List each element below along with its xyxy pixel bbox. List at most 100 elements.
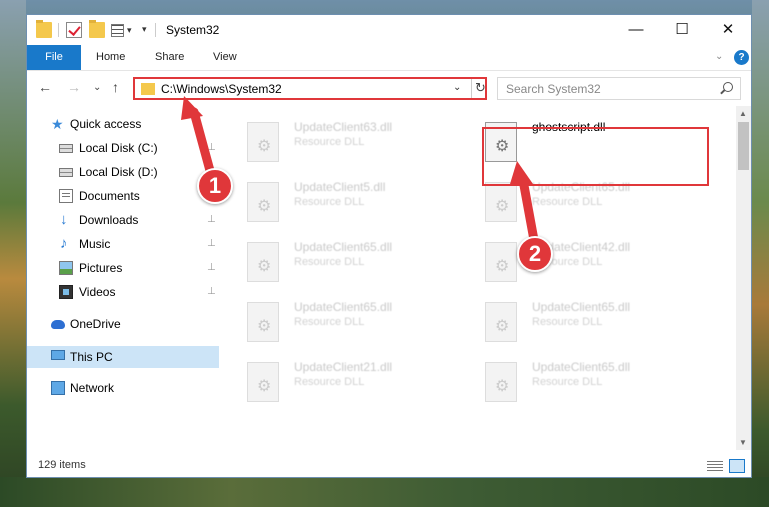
item-count: 129 items [38, 459, 86, 471]
pin-icon: ⊥ [207, 286, 216, 297]
ribbon-collapse-icon[interactable]: ⌄ [715, 51, 723, 62]
pin-icon: ⊥ [207, 142, 216, 153]
tab-view[interactable]: View [213, 45, 237, 70]
dll-file-icon [485, 302, 517, 342]
pin-icon: ⊥ [207, 214, 216, 225]
sidebar-item-label: OneDrive [70, 317, 121, 331]
file-item[interactable]: UpdateClient65.dll Resource DLL [247, 298, 477, 350]
back-button[interactable]: ← [38, 79, 52, 95]
sidebar-item-quick-access[interactable]: ★ Quick access [27, 113, 219, 135]
dll-file-icon [247, 242, 279, 282]
desktop-wallpaper-bottom [0, 477, 769, 507]
folder-icon [36, 20, 52, 38]
new-folder-icon[interactable] [89, 20, 105, 38]
file-type: Resource DLL [294, 136, 365, 148]
file-explorer-window: ▾ ▾ System32 — ☐ ✕ File Home Share View … [26, 14, 752, 478]
file-item[interactable]: UpdateClient65.dll Resource DLL [247, 238, 477, 290]
search-box[interactable]: Search System32 [497, 77, 741, 100]
up-button[interactable]: ↑ [112, 79, 119, 95]
window-title: System32 [166, 23, 220, 37]
dll-file-icon [485, 242, 517, 282]
forward-button[interactable]: → [67, 79, 81, 95]
sidebar-item-pictures[interactable]: Pictures ⊥ [27, 257, 219, 279]
sidebar-item-onedrive[interactable]: OneDrive [27, 313, 219, 335]
sidebar-item-label: This PC [70, 350, 113, 364]
sidebar-item-label: Music [79, 237, 111, 251]
dll-file-icon [247, 182, 279, 222]
scroll-down-icon[interactable]: ▼ [739, 438, 747, 447]
dll-file-icon [247, 302, 279, 342]
file-name: UpdateClient65.dll [532, 300, 631, 314]
desktop-wallpaper-left [0, 0, 26, 507]
tab-file[interactable]: File [27, 45, 81, 70]
file-type: Resource DLL [532, 316, 603, 328]
music-icon: ♪ [60, 235, 68, 252]
maximize-button[interactable]: ☐ [659, 15, 705, 45]
downloads-icon: ↓ [60, 211, 68, 228]
customize-toolbar-icon[interactable] [111, 24, 124, 37]
address-folder-icon [141, 83, 155, 95]
address-path[interactable]: C:\Windows\System32 [161, 82, 282, 96]
onedrive-icon [51, 320, 65, 329]
sidebar-item-label: Local Disk (D:) [79, 165, 158, 179]
file-type: Resource DLL [294, 196, 365, 208]
file-item[interactable]: UpdateClient65.dll Resource DLL [485, 298, 715, 350]
tab-share[interactable]: Share [155, 45, 184, 70]
sidebar-item-documents[interactable]: Documents ⊥ [27, 185, 219, 207]
videos-icon [59, 285, 73, 299]
tab-home[interactable]: Home [96, 45, 125, 70]
sidebar-item-network[interactable]: Network [27, 377, 219, 399]
file-item[interactable]: UpdateClient63.dll Resource DLL [247, 118, 477, 170]
file-item[interactable]: UpdateClient65.dll Resource DLL [485, 358, 715, 410]
vertical-scrollbar[interactable]: ▲ ▼ [736, 106, 751, 450]
help-icon[interactable]: ? [734, 50, 749, 65]
sidebar-item-label: Videos [79, 285, 116, 299]
desktop-wallpaper-right [752, 0, 769, 507]
sidebar-item-label: Network [70, 381, 115, 395]
file-name: UpdateClient21.dll [294, 360, 393, 374]
recent-locations-button[interactable]: ⌄ [93, 82, 101, 93]
large-icons-view-icon[interactable] [729, 459, 745, 473]
sidebar-item-music[interactable]: ♪ Music ⊥ [27, 233, 219, 255]
address-separator [471, 79, 472, 98]
pictures-icon [59, 261, 73, 275]
file-name: UpdateClient63.dll [294, 120, 393, 134]
dll-file-icon [485, 182, 517, 222]
file-type: Resource DLL [294, 316, 365, 328]
step-badge-1: 1 [197, 168, 233, 204]
file-name: UpdateClient5.dll [294, 180, 386, 194]
sidebar-item-this-pc[interactable]: This PC [27, 346, 219, 368]
file-name: UpdateClient65.dll [294, 300, 393, 314]
pin-icon: ⊥ [207, 262, 216, 273]
search-input[interactable]: Search System32 [506, 82, 601, 96]
close-button[interactable]: ✕ [705, 15, 751, 45]
sidebar-item-label: Documents [79, 189, 140, 203]
dll-file-icon [247, 362, 279, 402]
minimize-button[interactable]: — [613, 15, 659, 45]
sidebar-item-videos[interactable]: Videos ⊥ [27, 281, 219, 303]
file-item[interactable]: UpdateClient5.dll Resource DLL [247, 178, 477, 230]
dll-file-icon [247, 122, 279, 162]
address-bar[interactable]: C:\Windows\System32 ⌄ ↻ [133, 77, 487, 100]
drive-icon [59, 144, 73, 153]
address-dropdown-icon[interactable]: ⌄ [453, 82, 461, 93]
highlight-box-ghostscript [482, 127, 709, 186]
refresh-icon[interactable]: ↻ [475, 80, 486, 96]
sidebar-item-local-disk-c[interactable]: Local Disk (C:) ⊥ [27, 137, 219, 159]
sidebar-item-local-disk-d[interactable]: Local Disk (D:) [27, 161, 219, 183]
details-view-icon[interactable] [707, 461, 723, 472]
scroll-up-icon[interactable]: ▲ [739, 109, 747, 118]
pin-icon: ⊥ [207, 238, 216, 249]
quick-access-dropdown-icon[interactable]: ▾ [142, 24, 147, 35]
file-type: Resource DLL [532, 196, 603, 208]
sidebar-item-downloads[interactable]: ↓ Downloads ⊥ [27, 209, 219, 231]
search-icon[interactable] [723, 82, 733, 92]
status-bar: 129 items [27, 455, 751, 477]
scroll-thumb[interactable] [738, 122, 749, 170]
properties-check-icon[interactable] [66, 22, 82, 38]
file-item[interactable]: UpdateClient21.dll Resource DLL [247, 358, 477, 410]
file-name: UpdateClient65.dll [532, 360, 631, 374]
toolbar-dropdown-icon[interactable]: ▾ [127, 25, 132, 36]
file-type: Resource DLL [294, 376, 365, 388]
sidebar-item-label: Quick access [70, 117, 142, 131]
